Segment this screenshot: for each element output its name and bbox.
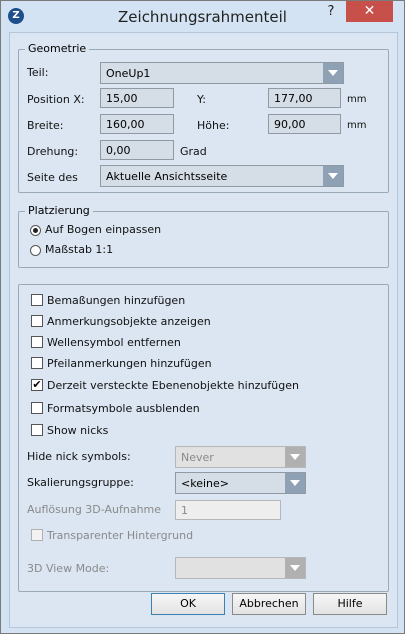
teil-value: OneUp1: [106, 67, 151, 80]
checkbox-pfeilanmerkungen-label: Pfeilanmerkungen hinzufügen: [47, 357, 212, 370]
drehung-label: Drehung:: [27, 145, 79, 158]
radio-scale-1-1-button[interactable]: [30, 245, 41, 256]
checkbox-show-nicks-label: Show nicks: [47, 424, 109, 437]
hide-nick-select: Never: [175, 446, 306, 468]
drehung-unit: Grad: [180, 145, 207, 158]
y-unit: mm: [347, 94, 367, 105]
platzierung-legend: Platzierung: [25, 204, 93, 217]
view-mode-select: [175, 557, 306, 579]
checkmark-icon: ✔: [32, 378, 42, 391]
view-mode-label: 3D View Mode:: [27, 562, 110, 575]
skalierung-select[interactable]: <keine>: [175, 472, 306, 494]
aufloesung-label: Auflösung 3D-Aufnahme: [27, 503, 162, 516]
hoehe-field[interactable]: 90,00: [268, 114, 341, 134]
seite-value: Aktuelle Ansichtsseite: [106, 170, 228, 183]
teil-dropdown-arrow[interactable]: [323, 63, 343, 83]
close-button[interactable]: ✕: [346, 1, 393, 22]
breite-label: Breite:: [27, 119, 64, 132]
seite-select[interactable]: Aktuelle Ansichtsseite: [100, 165, 344, 187]
hide-nick-dropdown-arrow: [285, 447, 305, 467]
checkbox-formatsymbole-label: Formatsymbole ausblenden: [47, 402, 200, 415]
drehung-field[interactable]: 0,00: [100, 140, 174, 160]
geometrie-legend: Geometrie: [25, 42, 90, 55]
seite-dropdown-arrow[interactable]: [323, 166, 343, 186]
seite-label: Seite des: [27, 171, 78, 184]
checkbox-formatsymbole-box[interactable]: [31, 402, 43, 414]
platzierung-group: Platzierung: [18, 204, 389, 268]
teil-label: Teil:: [27, 66, 49, 79]
hide-nick-label: Hide nick symbols:: [27, 450, 131, 463]
checkbox-show-nicks-box[interactable]: [31, 424, 43, 436]
ok-button[interactable]: OK: [151, 593, 225, 615]
checkbox-versteckte-ebenen-label: Derzeit versteckte Ebenenobjekte hinzufü…: [47, 379, 299, 392]
help-title-button[interactable]: ?: [316, 1, 346, 22]
skalierung-label: Skalierungsgruppe:: [27, 476, 134, 489]
dialog-content: Geometrie Teil: OneUp1 Position X: 15,00…: [9, 32, 398, 628]
options-group: [18, 284, 389, 592]
hoehe-unit: mm: [347, 120, 367, 131]
checkbox-wellensymbol-label: Wellensymbol entfernen: [47, 336, 181, 349]
checkbox-anmerkungsobjekte-box[interactable]: [31, 315, 43, 327]
checkbox-bemassungen-box[interactable]: [31, 294, 43, 306]
radio-fit-to-sheet-label: Auf Bogen einpassen: [45, 223, 162, 236]
chevron-down-icon: [290, 454, 300, 460]
hoehe-label: Höhe:: [197, 119, 230, 132]
cancel-button[interactable]: Abbrechen: [232, 593, 306, 615]
breite-field[interactable]: 160,00: [100, 114, 174, 134]
checkbox-anmerkungsobjekte-label: Anmerkungsobjekte anzeigen: [47, 315, 211, 328]
chevron-down-icon: [328, 70, 338, 76]
help-button[interactable]: Hilfe: [313, 593, 387, 615]
skalierung-value: <keine>: [181, 477, 229, 490]
hide-nick-value: Never: [181, 451, 214, 464]
title-bar[interactable]: Z Zeichnungsrahmenteil ? ✕: [1, 1, 404, 32]
y-label: Y:: [197, 93, 206, 106]
dialog-window: Z Zeichnungsrahmenteil ? ✕ Geometrie Tei…: [0, 0, 405, 634]
chevron-down-icon: [290, 565, 300, 571]
skalierung-dropdown-arrow[interactable]: [285, 473, 305, 493]
chevron-down-icon: [328, 173, 338, 179]
radio-fit-to-sheet-button[interactable]: [30, 225, 41, 236]
checkbox-transparent-box: [31, 529, 43, 541]
aufloesung-field: 1: [175, 500, 281, 520]
checkbox-wellensymbol-box[interactable]: [31, 336, 43, 348]
chevron-down-icon: [290, 480, 300, 486]
checkbox-transparent-label: Transparenter Hintergrund: [47, 529, 194, 542]
checkbox-pfeilanmerkungen-box[interactable]: [31, 357, 43, 369]
position-x-label: Position X:: [27, 93, 85, 106]
checkbox-versteckte-ebenen-box[interactable]: ✔: [31, 379, 43, 391]
position-x-field[interactable]: 15,00: [100, 88, 174, 108]
teil-select[interactable]: OneUp1: [100, 62, 344, 84]
y-field[interactable]: 177,00: [268, 88, 341, 108]
view-mode-dropdown-arrow: [285, 558, 305, 578]
radio-scale-1-1-label: Maßstab 1:1: [45, 243, 114, 256]
checkbox-bemassungen-label: Bemaßungen hinzufügen: [47, 294, 186, 307]
